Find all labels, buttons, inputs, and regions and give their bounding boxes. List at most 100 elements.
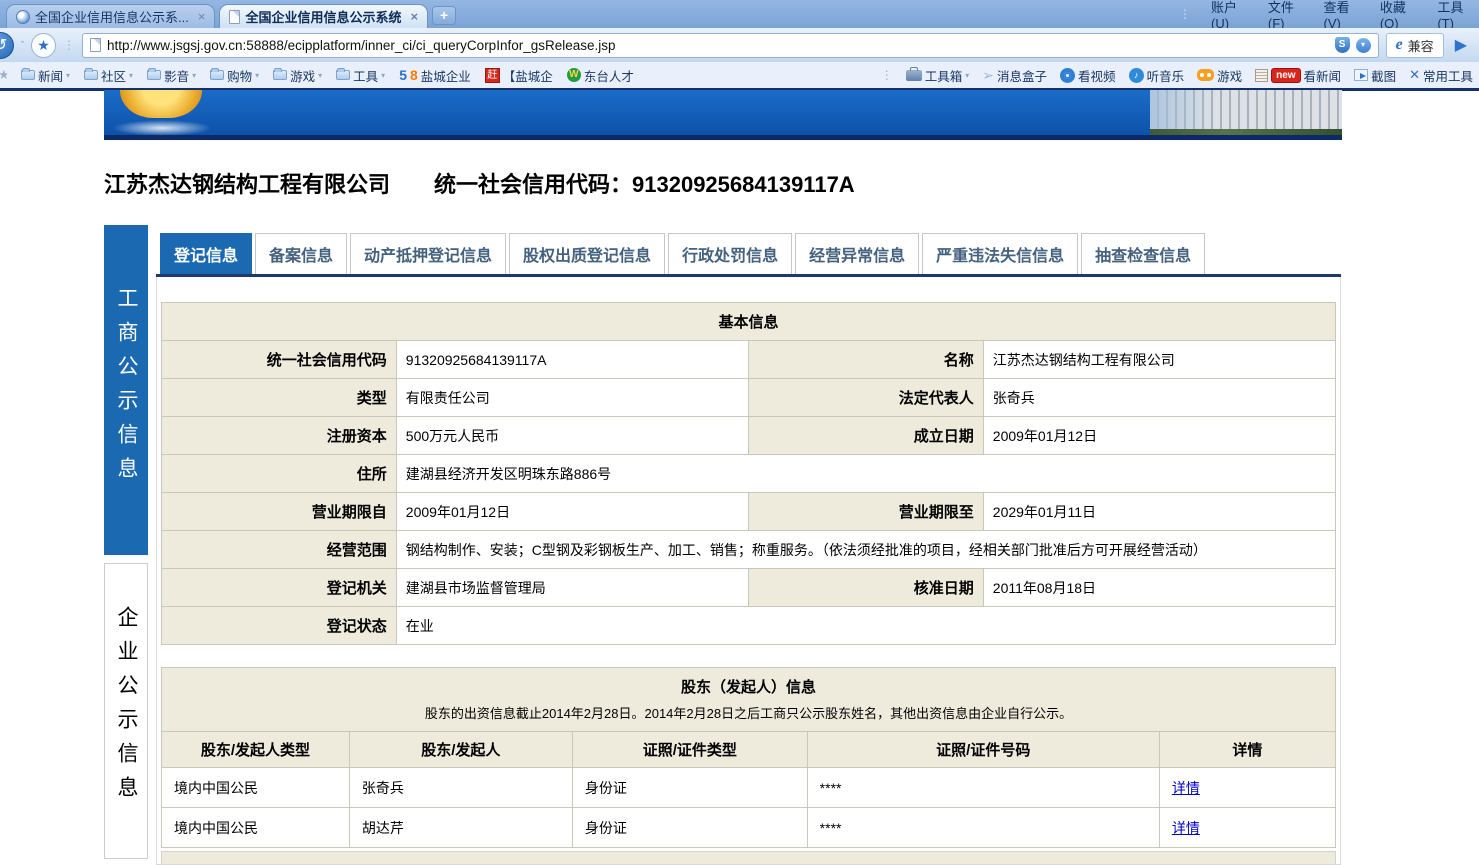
menu-file[interactable]: 文件(F) xyxy=(1268,0,1304,28)
bookmark-label: 东台人才 xyxy=(584,66,634,85)
favorites-star-button[interactable]: ★ xyxy=(31,33,56,58)
content-box: 基本信息 统一社会信用代码 91320925684139117A 名称 江苏杰达… xyxy=(156,277,1341,865)
video-reel-icon xyxy=(1060,68,1075,83)
browser-tab-bar: 全国企业信用信息公示系... × 全国企业信用信息公示系统 × + ⋮ 账户(U… xyxy=(0,0,1479,28)
field-value: 2011年08月18日 xyxy=(983,569,1335,607)
bookmark-folder-media[interactable]: 影音 ▾ xyxy=(147,66,196,85)
menu-grip-icon: ⋮ xyxy=(1179,7,1191,21)
field-value: 钢结构制作、安装；C型钢及彩钢板生产、加工、销售；称重服务。（依法须经批准的项目… xyxy=(396,531,1335,569)
field-label: 成立日期 xyxy=(748,417,983,455)
field-value: 2029年01月11日 xyxy=(983,493,1335,531)
bookmark-label: 影音 xyxy=(164,66,189,85)
folder-icon xyxy=(273,70,287,80)
bookmark-ganji[interactable]: 赶 【盐城企 xyxy=(485,66,553,85)
national-emblem-icon xyxy=(120,90,202,118)
games-button[interactable]: 游戏 xyxy=(1197,66,1242,85)
field-value: 江苏杰达钢结构工程有限公司 xyxy=(983,341,1335,379)
url-text: http://www.jsgsj.gov.cn:58888/ecipplatfo… xyxy=(107,38,616,53)
company-name: 江苏杰达钢结构工程有限公司 xyxy=(104,167,390,199)
sidebar-business-publicity[interactable]: 工商公示信息 xyxy=(104,225,148,555)
tool-label: 看视频 xyxy=(1078,66,1116,85)
bookmark-folder-community[interactable]: 社区 ▾ xyxy=(84,66,133,85)
site-dropdown-icon[interactable]: ▾ xyxy=(1356,38,1371,53)
bookmark-label: 工具 xyxy=(353,66,378,85)
site-banner xyxy=(104,90,1342,140)
go-button[interactable]: ▶ xyxy=(1451,35,1471,55)
newspaper-icon xyxy=(1255,69,1268,82)
table-row: 境内中国公民 张奇兵 身份证 **** 详情 xyxy=(162,768,1336,808)
tab-administrative-penalty-info[interactable]: 行政处罚信息 xyxy=(668,233,792,274)
read-news-button[interactable]: new 看新闻 xyxy=(1255,66,1341,85)
field-value: 建湖县经济开发区明珠东路886号 xyxy=(396,455,1335,493)
browser-menu-bar: ⋮ 账户(U) 文件(F) 查看(V) 收藏(O) 工具(T) xyxy=(1179,0,1479,28)
sidebar-enterprise-publicity[interactable]: 企业公示信息 xyxy=(104,563,148,859)
security-shield-icon[interactable]: S xyxy=(1335,37,1350,53)
tool-label: 截图 xyxy=(1371,66,1396,85)
common-tools-button[interactable]: ✕ 常用工具 xyxy=(1409,66,1473,85)
menu-favorites[interactable]: 收藏(O) xyxy=(1380,0,1417,28)
tab-equity-pledge-info[interactable]: 股权出质登记信息 xyxy=(509,233,665,274)
toolbox-button[interactable]: 工具箱 ▾ xyxy=(906,66,970,85)
bookmark-label: 【盐城企 xyxy=(503,66,553,85)
basic-info-table: 基本信息 统一社会信用代码 91320925684139117A 名称 江苏杰达… xyxy=(161,302,1336,645)
message-box-button[interactable]: ➢ 消息盒子 xyxy=(982,66,1047,85)
column-header: 详情 xyxy=(1159,732,1335,768)
field-value: 在业 xyxy=(396,607,1335,645)
column-header: 股东/发起人 xyxy=(349,732,572,768)
new-tab-button[interactable]: + xyxy=(432,6,456,25)
field-label: 登记状态 xyxy=(162,607,397,645)
field-label: 统一社会信用代码 xyxy=(162,341,397,379)
folder-icon xyxy=(21,70,35,80)
tab-chattel-mortgage-info[interactable]: 动产抵押登记信息 xyxy=(350,233,506,274)
url-input[interactable]: http://www.jsgsj.gov.cn:58888/ecipplatfo… xyxy=(82,33,1379,58)
tab-filing-info[interactable]: 备案信息 xyxy=(255,233,347,274)
bookmark-58-yancheng[interactable]: 58 盐城企业 xyxy=(399,66,471,85)
browser-tab-1[interactable]: 全国企业信用信息公示系... × xyxy=(6,4,215,28)
bookmark-folder-tools[interactable]: 工具 ▾ xyxy=(336,66,385,85)
basic-info-title: 基本信息 xyxy=(162,303,1336,341)
tab-registration-info[interactable]: 登记信息 xyxy=(160,233,252,274)
tab-abnormal-operation-info[interactable]: 经营异常信息 xyxy=(795,233,919,274)
tab2-title: 全国企业信用信息公示系统 xyxy=(245,7,401,26)
bookmark-folder-games[interactable]: 游戏 ▾ xyxy=(273,66,322,85)
detail-link[interactable]: 详情 xyxy=(1172,820,1200,836)
listen-music-button[interactable]: ♪ 听音乐 xyxy=(1129,66,1185,85)
screenshot-button[interactable]: 截图 xyxy=(1354,66,1396,85)
folder-icon xyxy=(336,70,350,80)
tab-spot-check-info[interactable]: 抽查检查信息 xyxy=(1081,233,1205,274)
browser-tab-2[interactable]: 全国企业信用信息公示系统 × xyxy=(219,4,428,28)
cell-id-type: 身份证 xyxy=(572,768,807,808)
back-button[interactable]: ↺ xyxy=(0,32,14,59)
menu-tools[interactable]: 工具(T) xyxy=(1437,0,1473,28)
tab2-close-icon[interactable]: × xyxy=(410,9,418,24)
field-label: 营业期限至 xyxy=(748,493,983,531)
table-row: 境内中国公民 胡达芹 身份证 **** 详情 xyxy=(162,808,1336,848)
bookmark-folder-news[interactable]: 新闻 ▾ xyxy=(21,66,70,85)
tools-cross-icon: ✕ xyxy=(1409,67,1420,83)
tab-serious-violation-info[interactable]: 严重违法失信信息 xyxy=(922,233,1078,274)
table-row: 登记状态 在业 xyxy=(162,607,1336,645)
bookmark-folder-shopping[interactable]: 购物 ▾ xyxy=(210,66,259,85)
tab1-close-icon[interactable]: × xyxy=(198,9,206,24)
watch-video-button[interactable]: 看视频 xyxy=(1060,66,1116,85)
bookmark-dongtai-jobs[interactable]: W 东台人才 xyxy=(567,66,634,85)
address-bar: ↺ ˇ ★ ⋮ http://www.jsgsj.gov.cn:58888/ec… xyxy=(0,28,1479,62)
building-photo xyxy=(1150,90,1342,135)
column-header: 股东/发起人类型 xyxy=(162,732,350,768)
sidebar-section1-label: 工商公示信息 xyxy=(111,287,141,491)
menu-account[interactable]: 账户(U) xyxy=(1211,0,1248,28)
separator-dots-icon: ⋮ xyxy=(63,38,75,52)
bookmark-label: 盐城企业 xyxy=(421,66,471,85)
compatibility-mode-button[interactable]: e 兼容 xyxy=(1386,33,1444,58)
info-tab-nav: 登记信息 备案信息 动产抵押登记信息 股权出质登记信息 行政处罚信息 经营异常信… xyxy=(156,233,1341,277)
detail-link[interactable]: 详情 xyxy=(1172,780,1200,796)
chevron-down-icon: ▾ xyxy=(255,71,259,80)
clipped-bookmark-icon: ★ xyxy=(0,67,7,83)
back-history-chevron-icon[interactable]: ˇ xyxy=(21,40,24,50)
table-row: 统一社会信用代码 91320925684139117A 名称 江苏杰达钢结构工程… xyxy=(162,341,1336,379)
tool-label: 看新闻 xyxy=(1304,66,1342,85)
table-row: 经营范围 钢结构制作、安装；C型钢及彩钢板生产、加工、销售；称重服务。（依法须经… xyxy=(162,531,1336,569)
menu-view[interactable]: 查看(V) xyxy=(1324,0,1360,28)
shareholders-title: 股东（发起人）信息 xyxy=(172,676,1325,697)
screen: { "icons": { "back": "↺", "chevron_small… xyxy=(0,0,1479,860)
